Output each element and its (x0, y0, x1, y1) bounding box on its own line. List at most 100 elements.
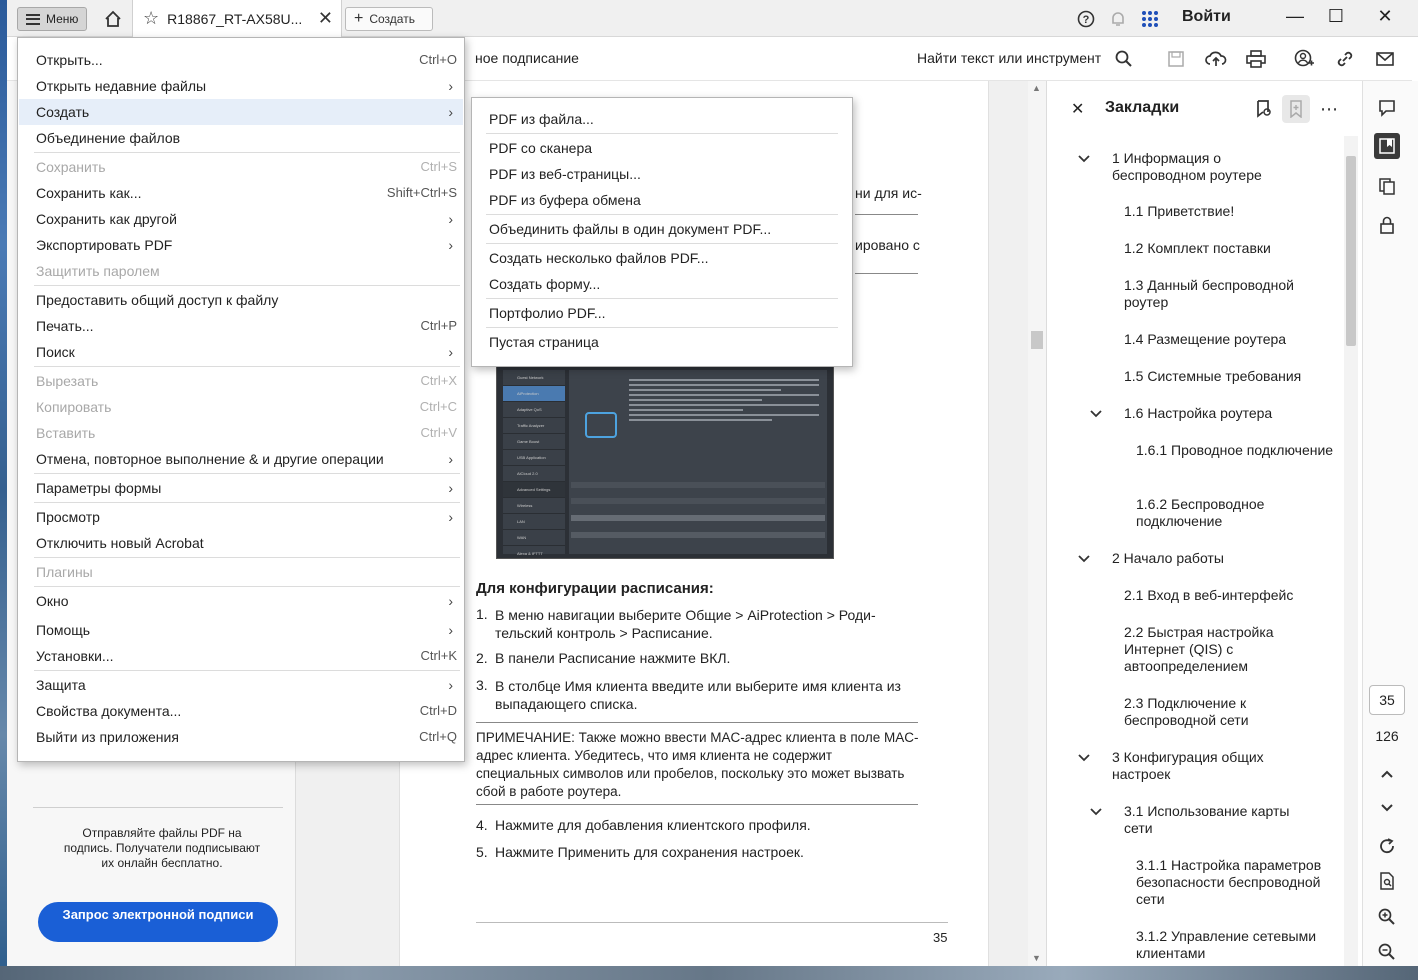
create-button-label: Создать (369, 12, 415, 26)
menu-item[interactable]: Окно › (19, 588, 463, 614)
screenshot-main (569, 370, 827, 554)
bookmark-item[interactable]: 1.5 Системные требования (1124, 368, 1317, 385)
bookmark-item[interactable]: 1.4 Размещение роутера (1124, 331, 1317, 348)
chevron-down-icon[interactable] (1078, 551, 1090, 566)
home-button[interactable] (100, 7, 126, 31)
apps-grid-icon[interactable] (1139, 8, 1161, 30)
more-options-icon[interactable]: ⋯ (1315, 95, 1343, 123)
bookmark-item[interactable]: 1.6 Настройка роутера (1124, 405, 1317, 422)
bookmarks-scroll-thumb[interactable] (1346, 156, 1356, 346)
menu-item[interactable]: Предоставить общий доступ к файлу (19, 287, 463, 313)
bookmark-item[interactable]: 2.2 Быстрая настройка Интернет (QIS) с а… (1124, 624, 1317, 675)
bookmark-item[interactable]: 1.1 Приветствие! (1124, 203, 1317, 220)
screenshot-menu-item: Advanced Settings (503, 482, 565, 498)
bookmark-search-icon[interactable] (1250, 95, 1278, 123)
scroll-down-icon[interactable]: ▼ (1032, 953, 1041, 963)
star-icon[interactable]: ☆ (143, 8, 159, 29)
help-icon[interactable]: ? (1075, 8, 1097, 30)
menu-item[interactable]: Открыть... Ctrl+O (19, 47, 463, 73)
lock-icon[interactable] (1374, 212, 1400, 238)
create-button[interactable]: + Создать (345, 7, 433, 31)
menu-item[interactable]: Просмотр › (19, 504, 463, 530)
submenu-item[interactable]: PDF из файла... (473, 106, 851, 132)
maximize-icon[interactable]: ☐ (1324, 6, 1348, 27)
bookmark-item[interactable]: 1.3 Данный беспроводной роутер (1124, 277, 1317, 311)
menu-item-label: Установки... (36, 648, 114, 664)
pages-icon[interactable] (1374, 173, 1400, 199)
notification-bell-icon[interactable] (1107, 8, 1129, 30)
menu-item[interactable]: Создать › (19, 99, 463, 125)
bookmark-item[interactable]: 3.1.2 Управление сетевыми клиентами (1136, 928, 1337, 962)
window-close-icon[interactable]: ✕ (1373, 6, 1397, 27)
bookmark-item[interactable]: 2 Начало работы (1112, 550, 1317, 567)
document-scrollbar[interactable]: ▲ ▼ (1028, 81, 1046, 966)
menu-item[interactable]: Защита › (19, 672, 463, 698)
bookmark-item[interactable]: 1.2 Комплект поставки (1124, 240, 1317, 257)
menu-item[interactable]: Сохранить как другой › (19, 206, 463, 232)
cloud-upload-icon[interactable] (1204, 47, 1228, 71)
submenu-item[interactable]: Объединить файлы в один документ PDF... (473, 216, 851, 242)
bookmark-item[interactable]: 3.1.1 Настройка параметров безопасности … (1136, 857, 1337, 908)
document-scroll-thumb[interactable] (1031, 331, 1043, 349)
menu-item[interactable]: Печать... Ctrl+P (19, 313, 463, 339)
bookmark-item[interactable]: 1.6.1 Проводное подключение (1136, 442, 1337, 459)
bookmark-item[interactable]: 3.1 Использование карты сети (1124, 803, 1317, 837)
share-user-icon[interactable] (1292, 47, 1316, 71)
chevron-down-icon[interactable] (1078, 750, 1090, 765)
menu-item[interactable]: Сохранить как... Shift+Ctrl+S (19, 180, 463, 206)
menu-item[interactable]: Поиск › (19, 339, 463, 365)
chevron-down-icon[interactable] (1090, 406, 1102, 421)
submenu-item[interactable]: Пустая страница (473, 329, 851, 355)
bookmark-item[interactable]: 2.1 Вход в веб-интерфейс (1124, 587, 1317, 604)
comment-icon[interactable] (1374, 95, 1400, 121)
menu-item[interactable]: Свойства документа... Ctrl+D (19, 698, 463, 724)
chevron-down-icon[interactable] (1090, 804, 1102, 819)
chevron-down-icon[interactable] (1374, 795, 1400, 821)
login-button[interactable]: Войти (1182, 8, 1231, 26)
request-e-signature-button[interactable]: Запрос электронной подписи (38, 902, 278, 942)
zoom-out-icon[interactable] (1374, 939, 1400, 965)
scroll-up-icon[interactable]: ▲ (1032, 83, 1041, 93)
submenu-item[interactable]: PDF из буфера обмена (473, 187, 851, 213)
bookmarks-panel-icon[interactable] (1374, 133, 1400, 159)
zoom-in-icon[interactable] (1374, 904, 1400, 930)
menu-item[interactable]: Экспортировать PDF › (19, 232, 463, 258)
minimize-icon[interactable]: — (1283, 6, 1307, 27)
bookmark-item[interactable]: 1.6.2 Беспроводное подключение (1136, 496, 1337, 530)
bookmark-item[interactable]: 2.3 Подключение к беспроводной сети (1124, 695, 1317, 729)
print-icon[interactable] (1244, 47, 1268, 71)
rotate-icon[interactable] (1374, 833, 1400, 859)
find-tool-label[interactable]: Найти текст или инструмент (917, 50, 1101, 66)
page-search-icon[interactable] (1374, 868, 1400, 894)
close-panel-icon[interactable]: ✕ (1071, 99, 1084, 119)
submenu-item[interactable]: Создать несколько файлов PDF... (473, 245, 851, 271)
add-bookmark-icon[interactable] (1282, 95, 1310, 123)
email-icon[interactable] (1373, 47, 1397, 71)
menu-item[interactable]: Выйти из приложения Ctrl+Q (19, 724, 463, 750)
chevron-down-icon[interactable] (1078, 151, 1090, 166)
submenu-item[interactable]: PDF со сканера (473, 135, 851, 161)
search-icon[interactable] (1112, 47, 1136, 71)
chevron-up-icon[interactable] (1374, 761, 1400, 787)
menu-item[interactable]: Открыть недавние файлы › (19, 73, 463, 99)
menu-item[interactable]: Параметры формы › (19, 475, 463, 501)
bookmarks-scrollbar[interactable] (1344, 136, 1358, 966)
menu-button[interactable]: Меню (17, 7, 87, 31)
menu-separator (34, 586, 460, 587)
save-icon[interactable] (1164, 47, 1188, 71)
menu-item[interactable]: Установки... Ctrl+K (19, 643, 463, 669)
bookmark-item[interactable]: 3 Конфигурация общих настроек (1112, 749, 1317, 783)
document-tab[interactable]: ☆ R18867_RT-AX58U... ✕ (132, 0, 342, 37)
current-page-input[interactable]: 35 (1369, 685, 1405, 715)
menu-item[interactable]: Отмена, повторное выполнение & и другие … (19, 446, 463, 472)
submenu-item[interactable]: Портфолио PDF... (473, 300, 851, 326)
menu-item[interactable]: Помощь › (19, 617, 463, 643)
menu-item[interactable]: Отключить новый Acrobat (19, 530, 463, 556)
screenshot-menu-item: AiProtection (503, 386, 565, 402)
link-icon[interactable] (1333, 47, 1357, 71)
bookmark-item[interactable]: 1 Информация о беспроводном роутере (1112, 150, 1317, 184)
submenu-item[interactable]: Создать форму... (473, 271, 851, 297)
close-tab-icon[interactable]: ✕ (318, 8, 333, 29)
submenu-item[interactable]: PDF из веб-страницы... (473, 161, 851, 187)
menu-item[interactable]: Объединение файлов (19, 125, 463, 151)
